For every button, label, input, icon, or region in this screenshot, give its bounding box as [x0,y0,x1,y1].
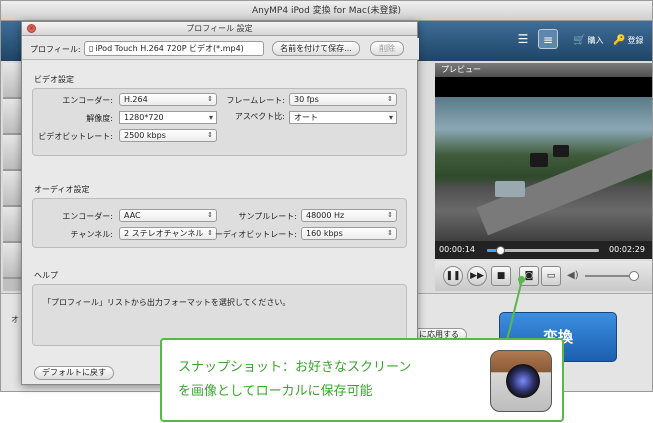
list-view-icon[interactable]: ☰ [513,29,533,49]
seek-knob[interactable] [495,246,505,255]
stop-button[interactable]: ■ [491,266,511,286]
fast-forward-button[interactable]: ▶▶ [467,266,487,286]
volume-icon: ◀) [567,270,579,281]
bottom-label: オ [11,315,19,324]
callout-text: スナップショット：お好きなスクリーン を画像としてローカルに保存可能 [178,356,411,404]
total-time: 00:02:29 [609,245,645,254]
resolution-label: 解像度: [86,114,113,123]
samplerate-label: サンプルレート: [238,212,297,221]
video-bitrate-label: ビデオビットレート: [38,132,113,141]
current-time: 00:00:14 [439,245,475,254]
help-text: 「プロフィール」リストから出力フォーマットを選択してください。 [43,298,291,307]
register-link[interactable]: 🔑 登録 [613,35,643,46]
default-button[interactable]: デフォルトに戻す [34,366,114,380]
help-box: 「プロフィール」リストから出力フォーマットを選択してください。 [32,284,407,346]
close-icon[interactable]: × [27,24,36,33]
volume-knob[interactable] [628,271,639,281]
video-frame [435,97,652,243]
audio-bitrate-select[interactable]: 160 kbps [301,227,397,240]
channel-select[interactable]: 2 ステレオチャンネル [119,227,217,240]
audio-encoder-label: エンコーダー: [62,212,113,221]
callout-line-2: を画像としてローカルに保存可能 [178,384,373,399]
camera-lens [506,364,540,398]
channel-label: チャンネル: [70,230,113,239]
framerate-label: フレームレート: [226,96,285,105]
dialog-title: × プロフィール 設定 [22,22,417,36]
video-encoder-label: エンコーダー: [62,96,113,105]
save-as-button[interactable]: 名前を付けて保存... [272,41,360,56]
player-controls: ❚❚ ▶▶ ■ ◙ ▭ ◀) [435,261,652,291]
profile-label: プロフィール: [30,45,81,54]
video-settings-group: エンコーダー: H.264 フレームレート: 30 fps 解像度: 1280*… [32,88,407,156]
profile-select[interactable]: ▯ iPod Touch H.264 720P ビデオ(*.mp4) [84,41,264,56]
detail-view-icon[interactable]: ≡ [538,29,558,49]
settings-scroll: ビデオ設定 エンコーダー: H.264 フレームレート: 30 fps 解像度:… [22,62,419,384]
seek-slider[interactable] [487,246,599,255]
samplerate-select[interactable]: 48000 Hz [301,209,397,222]
video-bitrate-select[interactable]: 2500 kbps [119,129,217,142]
folder-button[interactable]: ▭ [541,266,561,286]
preview-panel: プレビュー [435,63,652,259]
preview-title: プレビュー [435,63,652,77]
video-encoder-select[interactable]: H.264 [119,93,217,106]
truck [495,181,525,197]
framerate-select[interactable]: 30 fps [289,93,397,106]
window-title: AnyMP4 iPod 変換 for Mac(未登録) [1,1,652,21]
profile-row: プロフィール: ▯ iPod Touch H.264 720P ビデオ(*.mp4… [22,38,419,60]
aspect-label: アスペクト比: [234,112,285,121]
app-window: AnyMP4 iPod 変換 for Mac(未登録) ☰ ≡ 🛒 購入 🔑 登録 … [0,0,653,392]
pause-button[interactable]: ❚❚ [443,266,463,286]
video-settings-title: ビデオ設定 [34,75,74,84]
truck [553,145,569,157]
playback-bar: 00:00:14 00:02:29 [435,241,652,259]
audio-bitrate-label: ーディオビットレート: [214,230,297,239]
delete-button[interactable]: 削除 [370,41,404,56]
snapshot-callout: スナップショット：お好きなスクリーン を画像としてローカルに保存可能 [160,338,564,422]
ipod-icon: ▯ [89,44,94,53]
audio-encoder-select[interactable]: AAC [119,209,217,222]
audio-settings-group: エンコーダー: AAC サンプルレート: 48000 Hz チャンネル: 2 ス… [32,198,407,248]
audio-settings-title: オーディオ設定 [34,185,90,194]
aspect-combo[interactable]: オート [289,111,397,124]
resolution-combo[interactable]: 1280*720 [119,111,217,124]
profile-settings-dialog: × プロフィール 設定 プロフィール: ▯ iPod Touch H.264 72… [21,21,419,385]
key-icon: 🔑 [613,35,626,46]
help-title: ヘルプ [34,271,58,280]
camera-icon [490,350,552,412]
cart-icon: 🛒 [573,35,586,46]
callout-line-1: スナップショット：お好きなスクリーン [178,360,412,375]
truck [530,153,548,167]
buy-link[interactable]: 🛒 購入 [573,35,603,46]
volume-slider[interactable] [585,271,639,281]
